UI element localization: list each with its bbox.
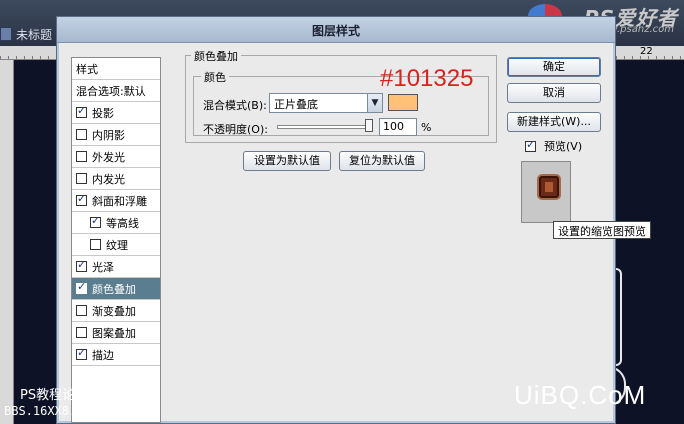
opacity-label: 不透明度(O): [203, 123, 268, 136]
style-checkbox[interactable] [76, 258, 87, 272]
style-checkbox[interactable] [76, 346, 87, 360]
style-item[interactable]: 斜面和浮雕 [72, 190, 160, 212]
style-checkbox[interactable] [76, 192, 87, 206]
style-item[interactable]: 纹理 [72, 234, 160, 256]
blend-mode-value: 正片叠底 [274, 98, 318, 111]
style-item-label: 描边 [92, 348, 114, 362]
style-item-label: 纹理 [106, 238, 128, 252]
blend-options-item[interactable]: 混合选项:默认 [72, 80, 160, 102]
cancel-button[interactable]: 取消 [507, 83, 601, 103]
style-item-label: 内阴影 [92, 128, 125, 142]
style-item-label: 投影 [92, 106, 114, 120]
style-item-label: 颜色叠加 [92, 282, 136, 296]
opacity-slider-handle[interactable] [365, 119, 373, 132]
color-subgroup-title: 颜色 [201, 69, 229, 85]
document-title[interactable]: 未标题 [16, 26, 52, 43]
watermark-bottom-left-1: PS教程论坛 [20, 388, 89, 403]
style-item[interactable]: 描边 [72, 344, 160, 366]
opacity-unit: % [421, 121, 432, 134]
style-checkbox[interactable] [76, 327, 87, 338]
style-item-label: 等高线 [106, 216, 139, 230]
preview-label: 预览(V) [544, 140, 583, 153]
style-item[interactable]: 渐变叠加 [72, 300, 160, 322]
style-item[interactable]: 外发光 [72, 146, 160, 168]
style-item[interactable]: 投影 [72, 102, 160, 124]
opacity-input[interactable]: 100 [379, 118, 417, 136]
thumbnail-shape [539, 176, 559, 198]
overlay-color-swatch[interactable] [388, 94, 418, 111]
thumbnail-tooltip: 设置的缩览图预览 [553, 221, 651, 239]
watermark-bottom-left-2: BBS.16XX8.COM [4, 404, 98, 418]
style-item[interactable]: 颜色叠加 [72, 278, 160, 300]
style-item[interactable]: 光泽 [72, 256, 160, 278]
style-checkbox[interactable] [76, 280, 87, 294]
document-icon [0, 27, 12, 41]
style-checkbox[interactable] [76, 129, 87, 140]
style-list-header[interactable]: 样式 [72, 58, 160, 80]
thumbnail-preview [521, 161, 571, 223]
blend-mode-select[interactable]: 正片叠底 ▼ [269, 93, 383, 113]
style-item[interactable]: 等高线 [72, 212, 160, 234]
style-item[interactable]: 内阴影 [72, 124, 160, 146]
style-item-label: 外发光 [92, 150, 125, 164]
opacity-slider-track[interactable] [277, 125, 373, 129]
style-checkbox[interactable] [90, 239, 101, 250]
layer-style-dialog: 图层样式 样式 混合选项:默认 投影内阴影外发光内发光斜面和浮雕等高线纹理光泽颜… [56, 16, 651, 424]
color-overlay-group-title: 颜色叠加 [191, 48, 241, 64]
preview-checkbox[interactable] [525, 138, 536, 152]
blend-mode-label: 混合模式(B): [203, 99, 267, 112]
watermark-bottom-right: UiBQ.CoM [514, 380, 647, 410]
style-checkbox[interactable] [76, 151, 87, 162]
style-checkbox[interactable] [76, 173, 87, 184]
reset-default-button[interactable]: 复位为默认值 [339, 151, 425, 171]
vertical-ruler[interactable] [0, 60, 14, 424]
style-checkbox[interactable] [76, 104, 87, 118]
thumbnail-core [545, 182, 553, 192]
set-default-button[interactable]: 设置为默认值 [243, 151, 331, 171]
style-checkbox[interactable] [90, 214, 101, 228]
dialog-titlebar[interactable]: 图层样式 [57, 17, 615, 43]
style-checkbox[interactable] [76, 305, 87, 316]
dialog-title: 图层样式 [311, 24, 360, 38]
ruler-number: 22 [640, 46, 653, 57]
style-item[interactable]: 内发光 [72, 168, 160, 190]
chevron-down-icon[interactable]: ▼ [367, 93, 383, 113]
new-style-button[interactable]: 新建样式(W)... [507, 112, 601, 132]
style-list: 样式 混合选项:默认 投影内阴影外发光内发光斜面和浮雕等高线纹理光泽颜色叠加渐变… [71, 57, 161, 423]
preview-toggle[interactable]: 预览(V) [525, 138, 582, 154]
ok-button[interactable]: 确定 [507, 57, 601, 77]
style-item-label: 渐变叠加 [92, 304, 136, 318]
style-item[interactable]: 图案叠加 [72, 322, 160, 344]
style-item-label: 内发光 [92, 172, 125, 186]
style-item-label: 光泽 [92, 260, 114, 274]
style-item-label: 斜面和浮雕 [92, 194, 147, 208]
hex-annotation: #101325 [380, 65, 474, 92]
style-item-label: 图案叠加 [92, 326, 136, 340]
